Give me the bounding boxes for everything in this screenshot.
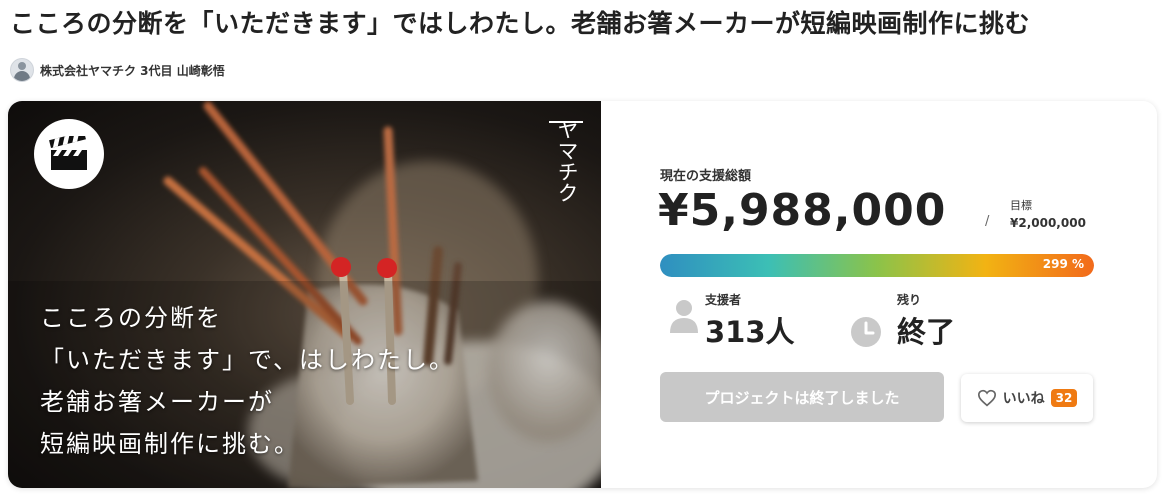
heart-icon xyxy=(977,389,996,407)
remaining-label: 残り xyxy=(897,293,922,307)
supporters-count: 313人 xyxy=(705,315,795,349)
like-count-badge: 32 xyxy=(1050,389,1078,407)
project-ended-button[interactable]: プロジェクトは終了しました xyxy=(660,372,944,422)
progress-fill xyxy=(660,254,1094,277)
goal-separator: / xyxy=(985,214,990,229)
goal-amount: ¥2,000,000 xyxy=(1010,216,1086,230)
hero-line: 「いただきます」で、はしわたし。 xyxy=(40,346,456,374)
goal-label: 目標 xyxy=(1010,199,1032,212)
page-title: こころの分断を「いただきます」ではしわたし。老舗お箸メーカーが短編映画制作に挑む xyxy=(10,9,1031,38)
hero-line: 老舗お箸メーカーが xyxy=(40,388,274,416)
progress-percent: 299 % xyxy=(1042,257,1084,271)
brand-logo-text: ヤマチク xyxy=(555,119,579,203)
funding-panel: 現在の支援総額 ¥5,988,000 / 目標 ¥2,000,000 299 %… xyxy=(601,101,1157,488)
hero-line: 短編映画制作に挑む。 xyxy=(40,430,300,458)
clapperboard-badge xyxy=(34,119,104,189)
total-label: 現在の支援総額 xyxy=(660,169,752,184)
funding-progress-bar: 299 % xyxy=(660,254,1094,277)
supporters-label: 支援者 xyxy=(705,293,742,307)
hero-line: こころの分断を xyxy=(40,304,222,332)
project-card: ヤマチク こころの分断を 「いただきます」で、はしわたし。 老舗お箸メーカーが … xyxy=(8,101,1157,488)
total-amount: ¥5,988,000 xyxy=(658,185,947,236)
hero-image: ヤマチク こころの分断を 「いただきます」で、はしわたし。 老舗お箸メーカーが … xyxy=(8,101,601,488)
clock-icon xyxy=(851,317,881,347)
like-label: いいね xyxy=(1002,391,1045,407)
avatar[interactable] xyxy=(10,58,34,82)
person-icon xyxy=(670,300,698,333)
author-byline[interactable]: 株式会社ヤマチク 3代目 山崎彰悟 xyxy=(10,58,225,82)
author-name[interactable]: 株式会社ヤマチク 3代目 山崎彰悟 xyxy=(40,62,225,79)
like-button[interactable]: いいね 32 xyxy=(961,374,1093,422)
clapperboard-icon xyxy=(49,136,87,170)
hero-headline: こころの分断を 「いただきます」で、はしわたし。 老舗お箸メーカーが 短編映画制… xyxy=(40,297,600,465)
remaining-value: 終了 xyxy=(897,315,956,349)
